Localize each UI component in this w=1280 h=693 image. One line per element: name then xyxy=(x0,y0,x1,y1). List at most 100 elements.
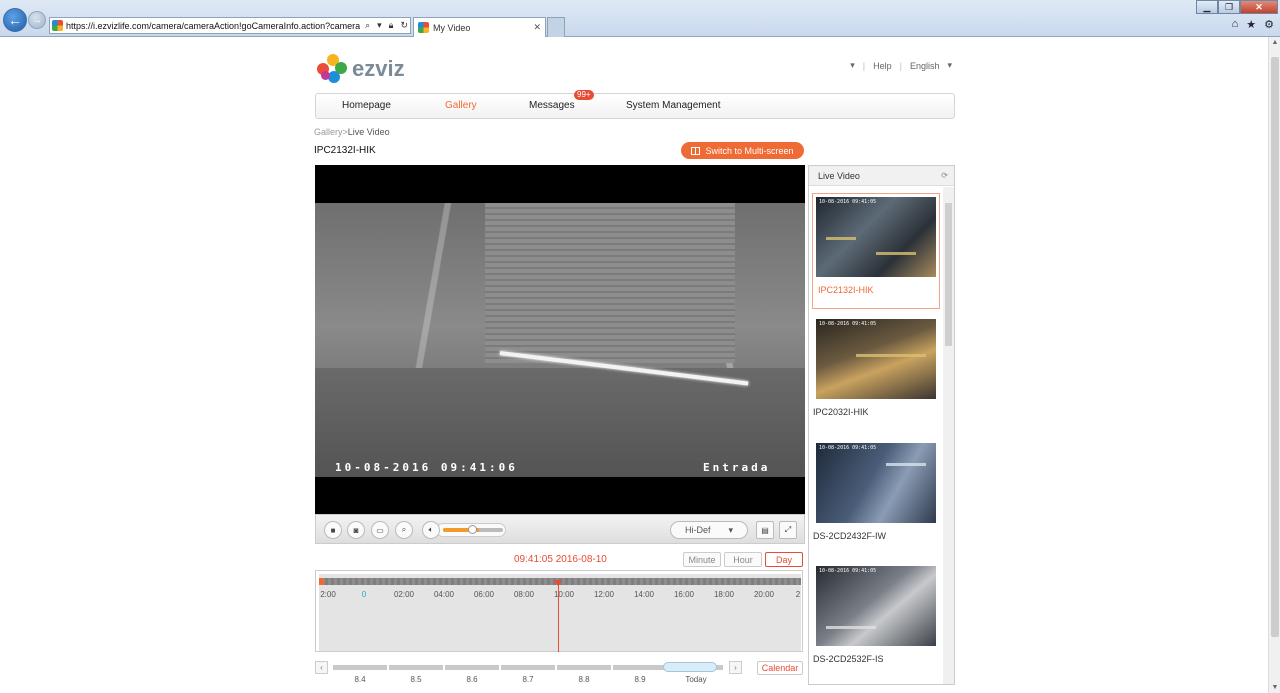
camera-name: IPC2032I-HIK xyxy=(813,407,869,417)
page-scroll-thumb[interactable] xyxy=(1271,57,1279,637)
quality-select[interactable]: Hi-Def ▾ xyxy=(670,521,748,539)
scroll-down-icon[interactable]: ▼ xyxy=(1269,684,1280,691)
fullscreen-icon[interactable]: ⤢ xyxy=(779,521,797,539)
volume-speaker-icon[interactable]: 🔈︎ xyxy=(422,521,440,539)
record-video-icon[interactable]: ▭ xyxy=(371,521,389,539)
refresh-icon[interactable]: ⟳ xyxy=(941,171,948,180)
account-dropdown-icon[interactable]: ▾ xyxy=(850,60,855,71)
search-icon[interactable]: ⌕ xyxy=(363,20,372,31)
quality-value: Hi-Def xyxy=(684,525,711,535)
scale-minute-button[interactable]: Minute xyxy=(683,552,721,567)
language-link[interactable]: English xyxy=(910,61,940,71)
live-video-panel: Live Video ⟳ 10-08-2016 09:41:05 IPC2132… xyxy=(808,165,955,685)
date-label[interactable]: 8.9 xyxy=(634,675,645,684)
close-window-icon[interactable]: ✕ xyxy=(1240,0,1278,14)
camera-item-ds-2cd2532f-is[interactable]: 10-08-2016 09:41:05 DS-2CD2532F-IS xyxy=(812,563,940,681)
timeline-label: 2:00 xyxy=(320,590,336,599)
help-link[interactable]: Help xyxy=(873,61,892,71)
lock-icon[interactable]: 🔒︎ xyxy=(387,20,396,31)
home-icon[interactable]: ⌂ xyxy=(1232,18,1239,31)
panel-title: Live Video xyxy=(818,170,860,181)
logo-mark-icon xyxy=(317,54,349,84)
folder-icon[interactable]: ▤ xyxy=(756,521,774,539)
refresh-icon[interactable]: ↻ xyxy=(398,20,410,31)
zoom-icon[interactable]: ⌕ xyxy=(395,521,413,539)
minimize-icon[interactable]: ▁ xyxy=(1196,0,1218,14)
multi-screen-icon xyxy=(691,146,701,155)
new-tab-button[interactable] xyxy=(547,17,565,37)
panel-scrollbar[interactable] xyxy=(943,187,954,684)
camera-item-ipc2032i-hik[interactable]: 10-08-2016 09:41:05 IPC2032I-HIK xyxy=(812,316,940,434)
camera-thumbnail: 10-08-2016 09:41:05 xyxy=(816,197,936,277)
tab-close-icon[interactable]: ✕ xyxy=(533,22,541,33)
date-prev-icon[interactable]: ‹ xyxy=(315,661,328,674)
dropdown-icon[interactable]: ▾ xyxy=(375,20,384,31)
date-strip: ‹ › 8.4 8.5 8.6 8.7 8.8 8.9 Today xyxy=(315,659,743,685)
forward-arrow-icon[interactable]: → xyxy=(28,11,46,29)
separator: | xyxy=(862,60,866,71)
stop-icon[interactable]: ■ xyxy=(324,521,342,539)
date-next-icon[interactable]: › xyxy=(729,661,742,674)
date-handle[interactable] xyxy=(663,662,717,672)
back-arrow-icon[interactable]: ← xyxy=(3,8,27,32)
address-bar[interactable]: https://i.ezvizlife.com/camera/cameraAct… xyxy=(49,17,411,34)
tab-title: My Video xyxy=(433,22,471,33)
camera-name: IPC2132I-HIK xyxy=(818,285,874,295)
switch-multi-screen-label: Switch to Multi-screen xyxy=(705,145,794,156)
nav-homepage[interactable]: Homepage xyxy=(342,100,391,111)
timeline-label: 04:00 xyxy=(433,590,455,599)
scale-day-button[interactable]: Day xyxy=(765,552,803,567)
nav-gallery[interactable]: Gallery xyxy=(445,100,477,111)
video-player[interactable]: 10-08-2016 09:41:06 Entrada xyxy=(315,165,805,514)
breadcrumb-current: Live Video xyxy=(347,127,390,137)
date-label[interactable]: 8.6 xyxy=(466,675,477,684)
timeline-start-marker xyxy=(319,578,324,585)
nav-messages[interactable]: Messages xyxy=(529,100,575,111)
browser-tab-my-video[interactable]: My Video ✕ xyxy=(413,17,546,37)
camera-item-ds-2cd2432f-iw[interactable]: 10-08-2016 09:41:05 DS-2CD2432F-IW xyxy=(812,440,940,558)
timeline-label: 0 xyxy=(361,590,367,599)
page: ezviz ▾ | Help | English ▾ Homepage Gall… xyxy=(0,37,1268,693)
scale-hour-button[interactable]: Hour xyxy=(724,552,762,567)
timeline-cursor[interactable] xyxy=(554,580,562,652)
language-dropdown-icon[interactable]: ▾ xyxy=(947,60,952,71)
browser-toolbar: ⌂ ★ ⚙ xyxy=(1232,18,1274,31)
date-label[interactable]: 8.8 xyxy=(578,675,589,684)
settings-gear-icon[interactable]: ⚙ xyxy=(1264,18,1274,31)
scroll-up-icon[interactable]: ▲ xyxy=(1269,39,1280,46)
volume-knob[interactable] xyxy=(468,525,477,534)
date-label[interactable]: Today xyxy=(685,675,706,684)
camera-item-ipc2132i-hik[interactable]: 10-08-2016 09:41:05 IPC2132I-HIK xyxy=(812,193,940,309)
date-label[interactable]: 8.5 xyxy=(410,675,421,684)
playback-timeline[interactable]: 2:00 0 02:00 04:00 06:00 08:00 10:00 12:00 14:00… xyxy=(315,570,803,652)
camera-thumbnail: 10-08-2016 09:41:05 xyxy=(816,566,936,646)
calendar-button[interactable]: Calendar xyxy=(757,661,803,675)
video-shutter xyxy=(485,203,735,363)
main-nav: Homepage Gallery Messages 99+ System Man… xyxy=(315,90,955,119)
snapshot-camera-icon[interactable]: ◙ xyxy=(347,521,365,539)
panel-scroll-thumb[interactable] xyxy=(945,203,952,346)
logo-text: ezviz xyxy=(352,56,405,81)
camera-thumbnail: 10-08-2016 09:41:05 xyxy=(816,443,936,523)
url-text[interactable]: https://i.ezvizlife.com/camera/cameraAct… xyxy=(66,21,360,31)
timeline-area[interactable]: 2:00 0 02:00 04:00 06:00 08:00 10:00 12:00 14:00… xyxy=(319,574,801,652)
messages-badge: 99+ xyxy=(574,90,594,100)
camera-title: IPC2132I-HIK xyxy=(314,145,376,156)
breadcrumb-gallery[interactable]: Gallery xyxy=(314,127,343,137)
timeline-label: 06:00 xyxy=(473,590,495,599)
timeline-label: 02:00 xyxy=(393,590,415,599)
ezviz-logo[interactable]: ezviz xyxy=(317,54,405,84)
maximize-icon[interactable]: ❐ xyxy=(1218,0,1240,14)
date-label[interactable]: 8.7 xyxy=(522,675,533,684)
nav-system-management[interactable]: System Management xyxy=(626,100,721,111)
video-frame: 10-08-2016 09:41:06 Entrada xyxy=(315,203,805,477)
timeline-label: 16:00 xyxy=(673,590,695,599)
breadcrumb: Gallery>Live Video xyxy=(314,127,390,137)
page-scrollbar[interactable]: ▲ ▼ xyxy=(1268,37,1280,693)
osd-camera-name: Entrada xyxy=(703,461,771,474)
player-control-bar: ■ ◙ ▭ ⌕ 🔈︎ Hi-Def ▾ ▤ ⤢ xyxy=(315,514,805,544)
favorites-star-icon[interactable]: ★ xyxy=(1246,18,1256,31)
date-label[interactable]: 8.4 xyxy=(354,675,365,684)
browser-chrome: ← → https://i.ezvizlife.com/camera/camer… xyxy=(0,0,1280,37)
switch-multi-screen-button[interactable]: Switch to Multi-screen xyxy=(681,142,804,159)
